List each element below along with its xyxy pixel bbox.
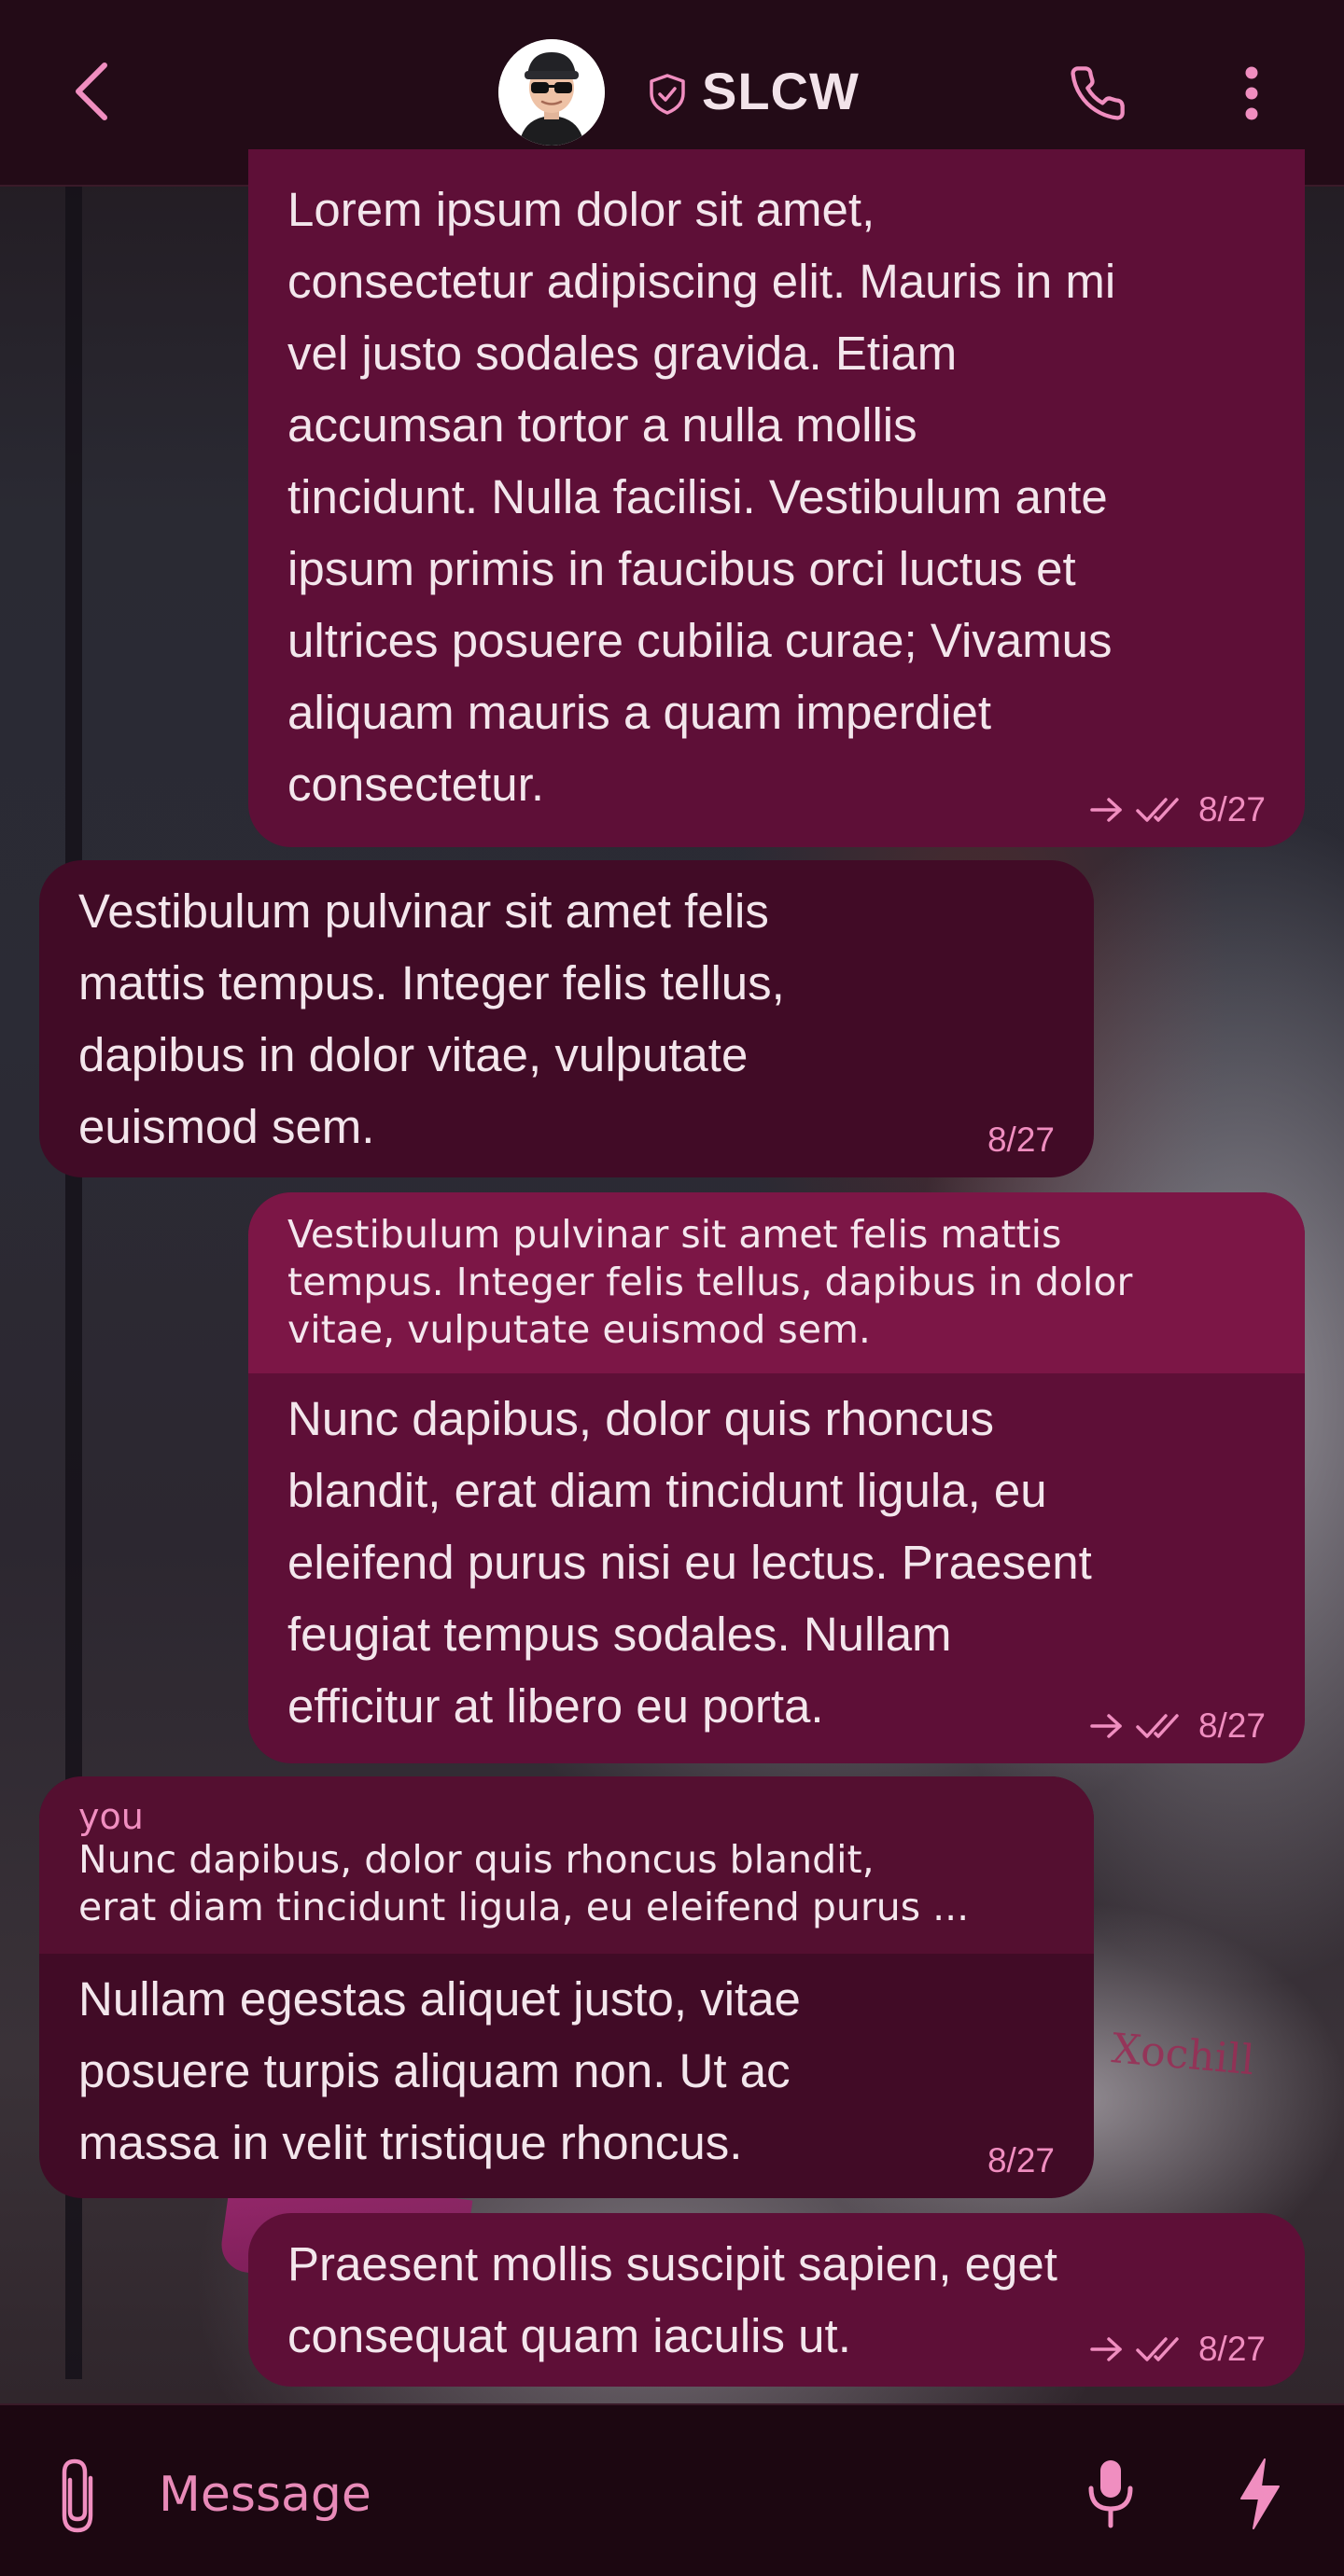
- call-button[interactable]: [1060, 56, 1135, 131]
- message-date: 8/27: [1197, 2330, 1266, 2368]
- quoted-message[interactable]: Vestibulum pulvinar sit amet felis matti…: [248, 1192, 1305, 1373]
- message-text: Nullam egestas aliquet justo, vitae posu…: [78, 1972, 801, 2169]
- message-date: 8/27: [1197, 1706, 1266, 1745]
- attach-button[interactable]: [45, 2454, 110, 2538]
- message-meta: 8/27: [1088, 2329, 1266, 2370]
- forwarded-arrow-icon: [1090, 1714, 1122, 1738]
- message-meta: 8/27: [987, 2140, 1055, 2181]
- message-bubble-outgoing[interactable]: Praesent mollis suscipit sapien, eget co…: [248, 2213, 1305, 2387]
- microphone-icon: [1088, 2460, 1133, 2528]
- double-check-icon: [1136, 798, 1179, 822]
- message-composer: [0, 2403, 1344, 2576]
- quoted-text: Vestibulum pulvinar sit amet felis matti…: [287, 1212, 1133, 1352]
- quoted-author: you: [78, 1796, 144, 1837]
- quoted-text: Nunc dapibus, dolor quis rhoncus blandit…: [78, 1837, 970, 1929]
- message-date: 8/27: [1197, 790, 1266, 828]
- memoji-avatar-icon: [498, 39, 605, 146]
- double-check-icon: [1136, 1714, 1179, 1738]
- message-bubble-outgoing[interactable]: Vestibulum pulvinar sit amet felis matti…: [248, 1192, 1305, 1763]
- message-meta: 8/27: [1088, 1706, 1266, 1747]
- message-bubble-outgoing[interactable]: Lorem ipsum dolor sit amet, consectetur …: [248, 149, 1305, 847]
- message-bubble-incoming[interactable]: you Nunc dapibus, dolor quis rhoncus bla…: [39, 1776, 1094, 2198]
- shield-check-icon: [650, 74, 685, 115]
- message-meta: 8/27: [1088, 789, 1266, 830]
- chat-title[interactable]: SLCW: [702, 58, 860, 125]
- message-text: Lorem ipsum dolor sit amet, consectetur …: [287, 183, 1116, 811]
- wallpaper-name-tag: Xochill: [1110, 2025, 1256, 2085]
- message-input[interactable]: [157, 2454, 1038, 2536]
- avatar[interactable]: [498, 39, 605, 146]
- message-text: Nunc dapibus, dolor quis rhoncus blandit…: [287, 1392, 1092, 1733]
- message-text: Vestibulum pulvinar sit amet felis matti…: [78, 884, 785, 1153]
- message-date: 8/27: [987, 2141, 1055, 2179]
- more-vertical-icon: [1245, 66, 1258, 120]
- chevron-left-icon: [76, 63, 107, 120]
- voice-record-button[interactable]: [1073, 2452, 1148, 2536]
- forwarded-arrow-icon: [1090, 798, 1122, 822]
- message-meta: 8/27: [987, 1120, 1055, 1161]
- paperclip-icon: [62, 2458, 93, 2533]
- phone-icon: [1071, 66, 1125, 120]
- forwarded-arrow-icon: [1090, 2337, 1122, 2361]
- back-button[interactable]: [56, 56, 127, 127]
- lightning-icon: [1240, 2458, 1280, 2529]
- quoted-message[interactable]: you Nunc dapibus, dolor quis rhoncus bla…: [39, 1776, 1094, 1954]
- message-bubble-incoming[interactable]: Vestibulum pulvinar sit amet felis matti…: [39, 860, 1094, 1177]
- double-check-icon: [1136, 2337, 1179, 2361]
- message-date: 8/27: [987, 1121, 1055, 1159]
- quick-action-button[interactable]: [1223, 2452, 1297, 2536]
- more-menu-button[interactable]: [1219, 56, 1284, 131]
